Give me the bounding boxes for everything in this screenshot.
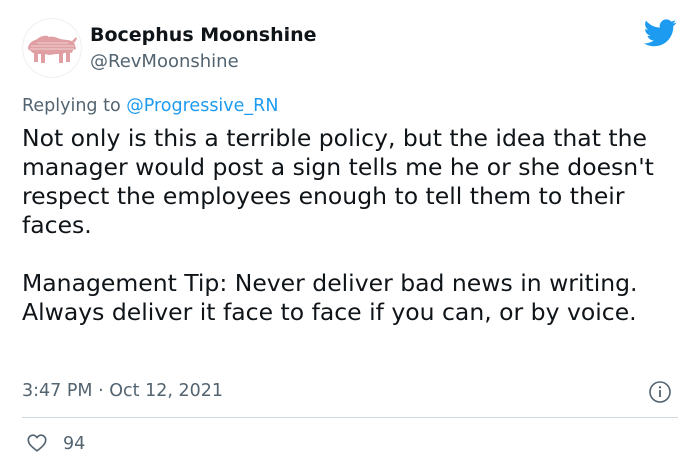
avatar[interactable] [22,18,82,78]
like-count[interactable]: 94 [63,433,85,455]
divider [22,417,678,418]
tweet-date[interactable]: Oct 12, 2021 [109,381,223,401]
replying-to-prefix: Replying to [22,96,121,116]
replying-to-mention-link[interactable]: @Progressive_RN [126,96,278,116]
heart-icon[interactable] [26,432,48,454]
info-icon[interactable] [648,380,672,404]
display-name[interactable]: Bocephus Moonshine [90,24,317,46]
twitter-bird-icon[interactable] [644,19,677,47]
timestamp[interactable]: 3:47 PM · Oct 12, 2021 [22,380,223,402]
tweet-text-paragraph-1: Not only is this a terrible policy, but … [22,124,654,239]
tweet-text-paragraph-2: Management Tip: Never deliver bad news i… [22,269,638,326]
buffalo-avatar-icon [28,35,77,63]
tweet-card: Bocephus Moonshine @RevMoonshine Replyin… [0,0,700,471]
tweet-time[interactable]: 3:47 PM [22,381,93,401]
tweet-text: Not only is this a terrible policy, but … [22,124,692,327]
user-handle[interactable]: @RevMoonshine [90,51,239,73]
replying-to-line: Replying to @Progressive_RN [22,95,278,117]
timestamp-separator: · [98,381,104,401]
